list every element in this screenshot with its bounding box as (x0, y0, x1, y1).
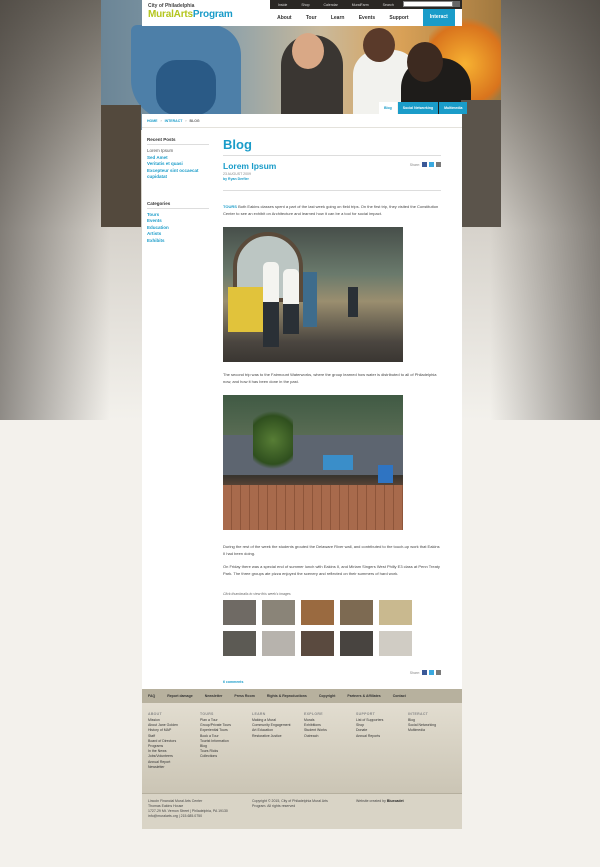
gallery-thumbnail[interactable] (340, 600, 373, 625)
footer-credit: Website created by Bluecadet (356, 799, 404, 803)
post-photo-waterworks (223, 395, 403, 530)
post-photo-museum (223, 227, 403, 362)
search-label: Search (382, 2, 394, 7)
recent-post-link[interactable]: Excepteur sint occaecat cupidatat (147, 168, 209, 181)
footer-link-faq[interactable]: FAQ (148, 694, 167, 698)
post-title[interactable]: Lorem Ipsum (223, 161, 441, 171)
gallery-thumbnail[interactable] (301, 600, 334, 625)
post-paragraph: During the rest of the week the students… (223, 544, 440, 556)
recent-posts-heading: Recent Posts (147, 137, 209, 145)
thumbnails-caption: Click thumbnails to view this week's ima… (223, 592, 291, 596)
content-panel: HOME › INTERACT › BLOG Recent Posts Lorem Ip… (142, 114, 462, 694)
footer-column-explore: EXPLORE Murals Exhibitions Student Works… (304, 712, 354, 739)
main-nav: About Tour Learn Events Support Interact (270, 9, 462, 26)
utility-nav: Inside Shop Calendar MuralFarm Search (270, 0, 462, 9)
sub-tabs: Blog Social Networking Multimedia (378, 102, 468, 114)
nav-interact[interactable]: Interact (422, 9, 455, 26)
breadcrumb-interact[interactable]: INTERACT (165, 119, 183, 123)
util-link-inside[interactable]: Inside (270, 3, 294, 7)
footer-column-learn: LEARN Making a Mural Community Engagemen… (252, 712, 302, 739)
share-label: Share: (409, 162, 420, 167)
footer-link-rights[interactable]: Rights & Reproductions (267, 694, 319, 698)
nav-tour[interactable]: Tour (306, 15, 317, 21)
comments-link[interactable]: 6 comments (223, 680, 243, 684)
footer-sitemap-link[interactable]: Outreach (304, 734, 354, 739)
site-logo[interactable]: City of Philadelphia MuralArtsProgram (142, 0, 270, 26)
footer-column-tours: TOURS Plan a Tour Group/Private Tours Ex… (200, 712, 250, 760)
footer-column-support: SUPPORT List of Supporters Shop Donate A… (356, 712, 406, 739)
share-bar-bottom: Share: (410, 670, 441, 675)
footer-address: Lincoln Financial Mural Arts Center Thom… (148, 799, 228, 819)
breadcrumb: HOME › INTERACT › BLOG (142, 114, 462, 128)
gallery-thumbnail[interactable] (301, 631, 334, 656)
footer-link-report-damage[interactable]: Report damage (167, 694, 204, 698)
nav-about[interactable]: About (277, 15, 291, 21)
post-date: 23 AUGUST 2009 (223, 172, 251, 176)
nav-support[interactable]: Support (389, 15, 408, 21)
blog-article: Blog Lorem Ipsum 23 AUGUST 2009 by Ryan … (223, 137, 441, 694)
footer-column-about: ABOUT Mission About Jane Golden History … (148, 712, 198, 770)
page-title: Blog (223, 137, 252, 152)
footer-links: FAQ Report damage Newsletter Press Room … (142, 689, 462, 703)
email-icon[interactable] (436, 670, 441, 675)
gallery-thumbnail[interactable] (262, 631, 295, 656)
logo-wordmark: MuralArtsProgram (148, 9, 233, 20)
footer-link-press-room[interactable]: Press Room (234, 694, 266, 698)
util-link-calendar[interactable]: Calendar (317, 3, 345, 7)
credit-link[interactable]: Bluecadet (387, 799, 404, 803)
footer-sitemap-link[interactable]: Collections (200, 754, 250, 759)
sidebar: Recent Posts Lorem Ipsum Sed Amet Verita… (147, 137, 209, 244)
email-icon[interactable] (436, 162, 441, 167)
gallery-thumbnail[interactable] (262, 600, 295, 625)
footer-link-contact[interactable]: Contact (393, 694, 418, 698)
facebook-icon[interactable] (422, 162, 427, 167)
footer-sitemap: ABOUT Mission About Jane Golden History … (142, 703, 462, 793)
comments-row: 6 comments Share: (223, 670, 441, 684)
tab-multimedia[interactable]: Multimedia (439, 102, 468, 114)
share-bar: Share: (410, 162, 441, 167)
search-input[interactable] (403, 1, 453, 7)
thumbnail-gallery (223, 600, 441, 656)
twitter-icon[interactable] (429, 162, 434, 167)
footer-link-newsletter[interactable]: Newsletter (205, 694, 235, 698)
util-link-muralfarm[interactable]: MuralFarm (345, 3, 376, 7)
gallery-thumbnail[interactable] (379, 631, 412, 656)
gallery-thumbnail[interactable] (340, 631, 373, 656)
category-link[interactable]: Exhibits (147, 238, 209, 245)
breadcrumb-home[interactable]: HOME (147, 119, 158, 123)
gallery-thumbnail[interactable] (223, 631, 256, 656)
util-link-shop[interactable]: Shop (294, 3, 316, 7)
categories-heading: Categories (147, 201, 209, 209)
nav-explore[interactable]: Events (359, 15, 375, 21)
post-paragraph: The second trip was to the Fairmount Wat… (223, 372, 437, 384)
footer-link-partners[interactable]: Partners & Affiliates (347, 694, 392, 698)
footer-copyright: Copyright © 2015, City of Philadelphia M… (252, 799, 328, 808)
footer-sitemap-link[interactable]: Annual Reports (356, 734, 406, 739)
gallery-thumbnail[interactable] (379, 600, 412, 625)
footer-link-copyright[interactable]: Copyright (319, 694, 348, 698)
footer-contact-link[interactable]: info@muralarts.org | 215.685.0750 (148, 814, 228, 819)
footer-sitemap-link[interactable]: Multimedia (408, 728, 458, 733)
footer-column-interact: INTERACT Blog Social Networking Multimed… (408, 712, 458, 734)
search-button[interactable] (453, 1, 460, 7)
tab-social-networking[interactable]: Social Networking (397, 102, 439, 114)
facebook-icon[interactable] (422, 670, 427, 675)
footer-sitemap-link[interactable]: Restorative Justice (252, 734, 302, 739)
post-author[interactable]: by Ryan Derfler (223, 177, 441, 181)
nav-learn[interactable]: Learn (331, 15, 345, 21)
post-paragraph: TOURS Both Eakins classes spent a part o… (223, 204, 439, 216)
footer-sitemap-link[interactable]: Newsletter (148, 765, 198, 770)
footer-bottom: Lincoln Financial Mural Arts Center Thom… (142, 793, 462, 829)
gallery-thumbnail[interactable] (223, 600, 256, 625)
breadcrumb-current: BLOG (189, 119, 200, 123)
twitter-icon[interactable] (429, 670, 434, 675)
tab-blog[interactable]: Blog (379, 102, 397, 114)
post-paragraph: On Friday there was a special end of sum… (223, 564, 440, 576)
